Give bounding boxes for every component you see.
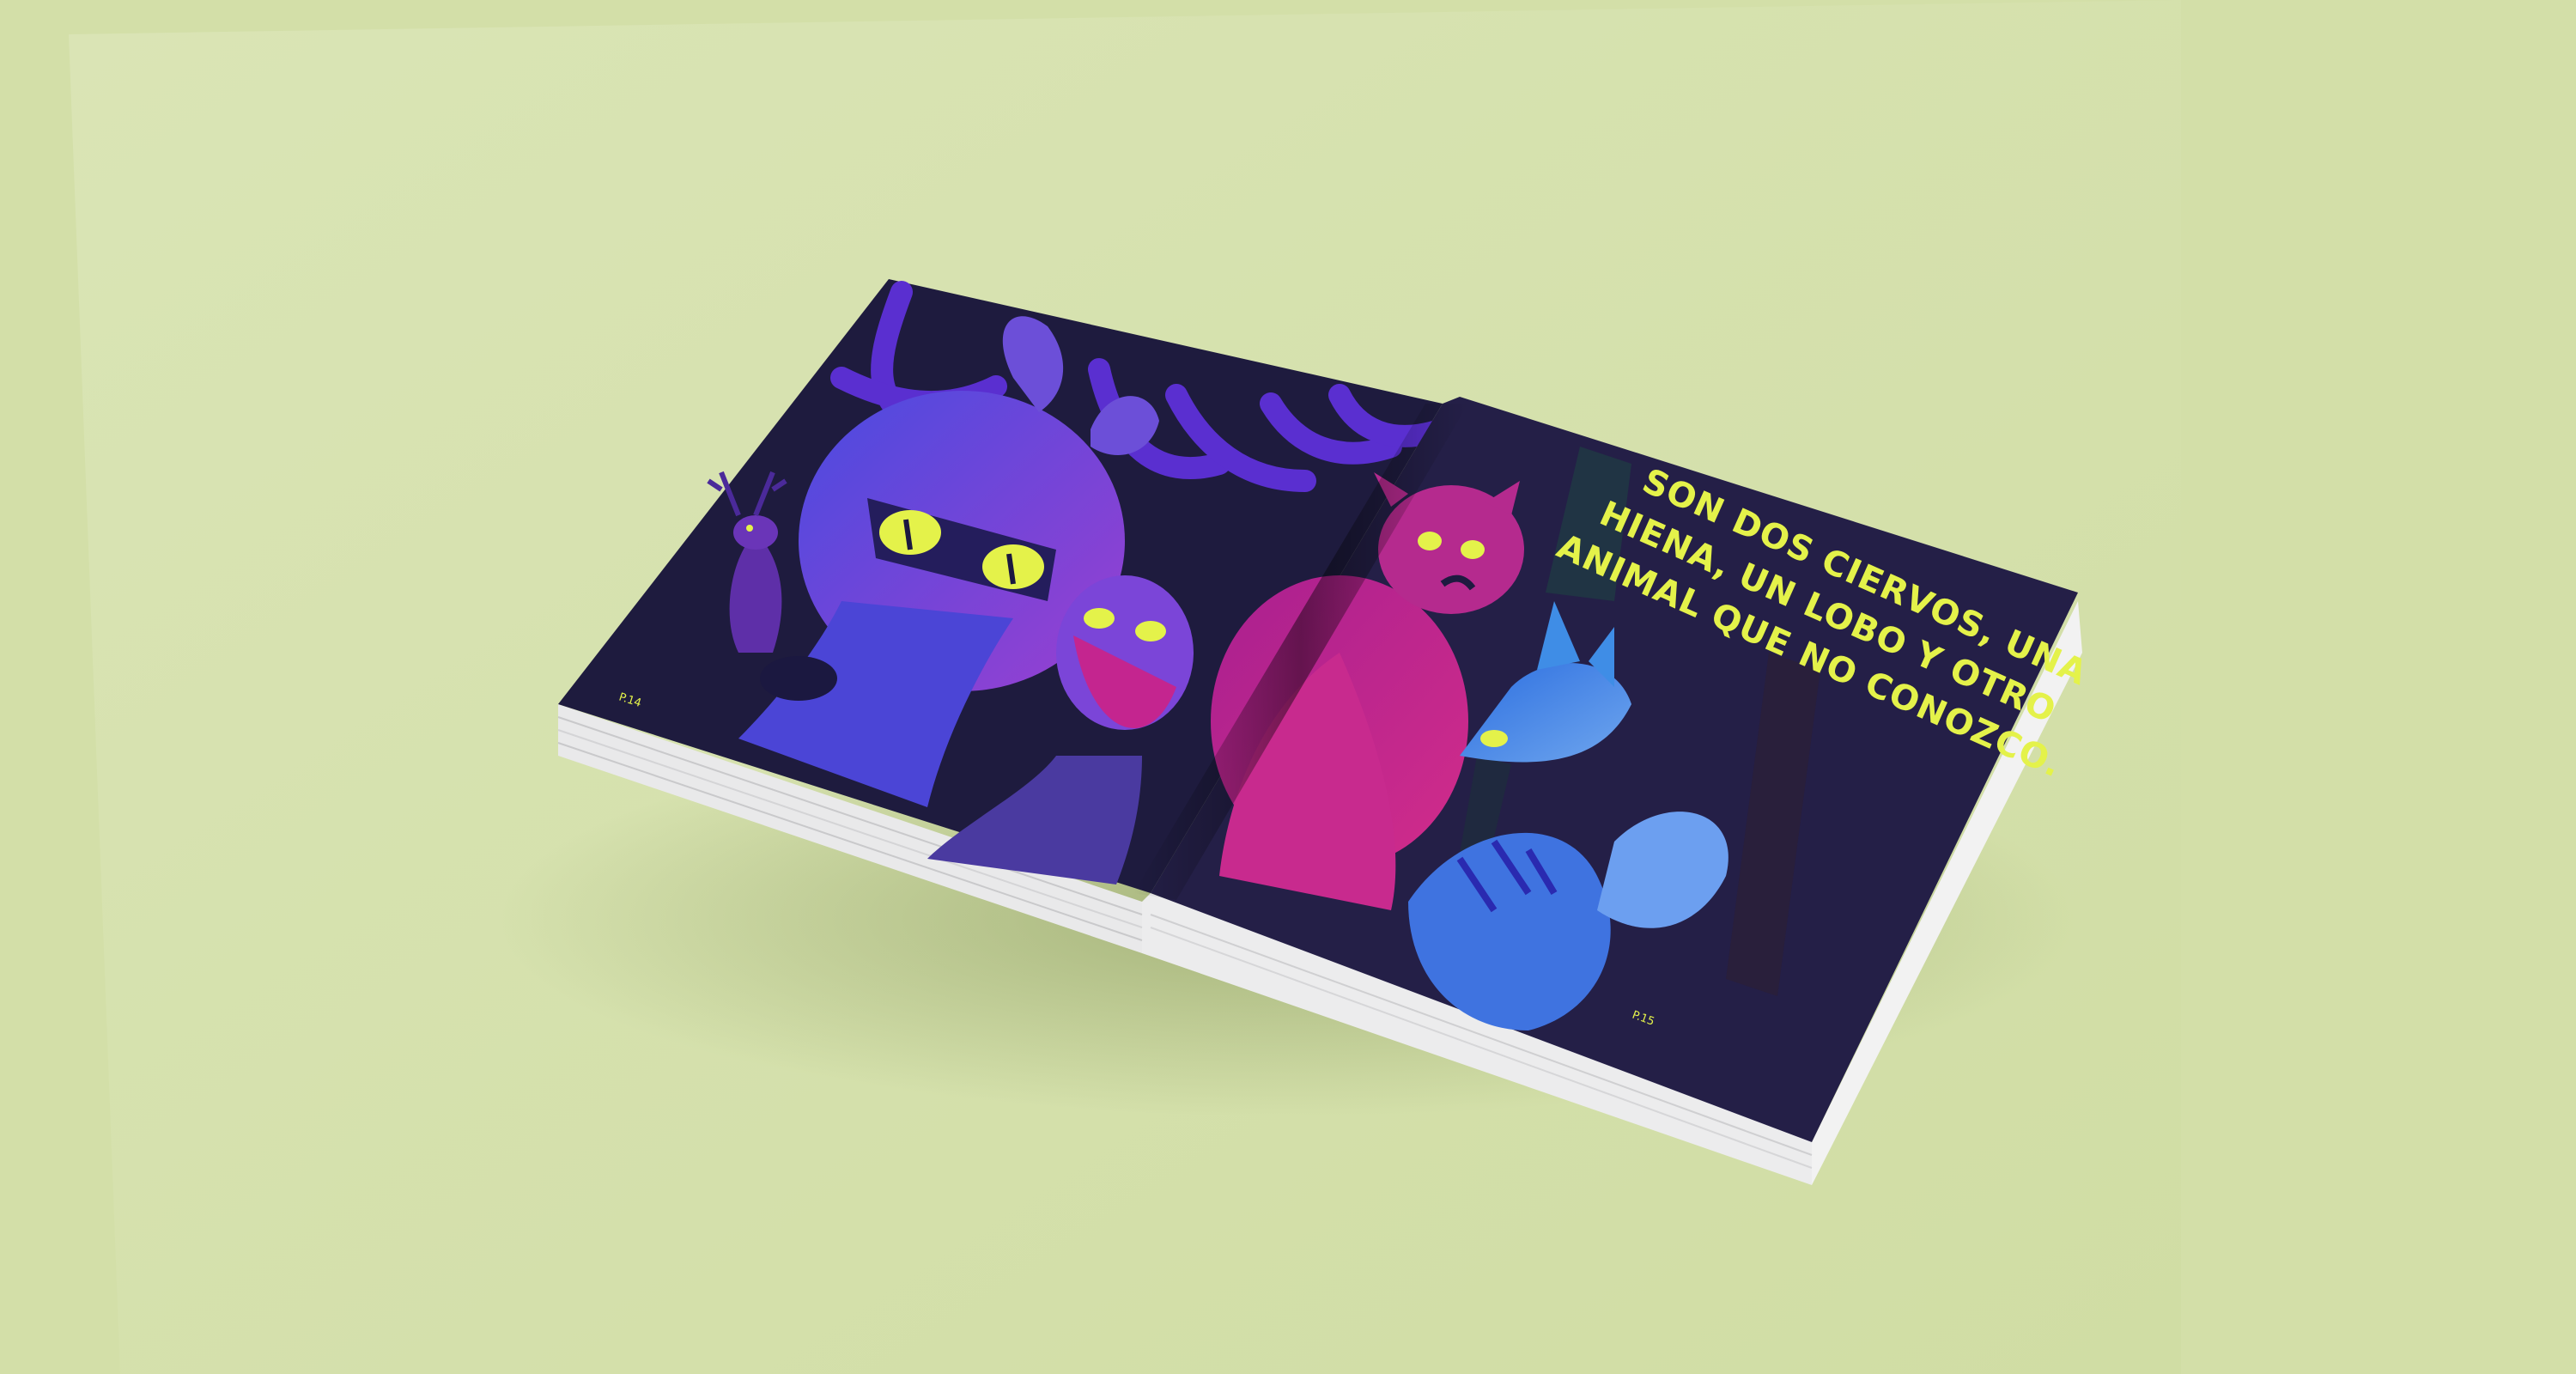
book-mockup-scene: P.14 SON DOS CIERVOS, UNA HIENA, UN LOBO… [0,0,2576,1374]
